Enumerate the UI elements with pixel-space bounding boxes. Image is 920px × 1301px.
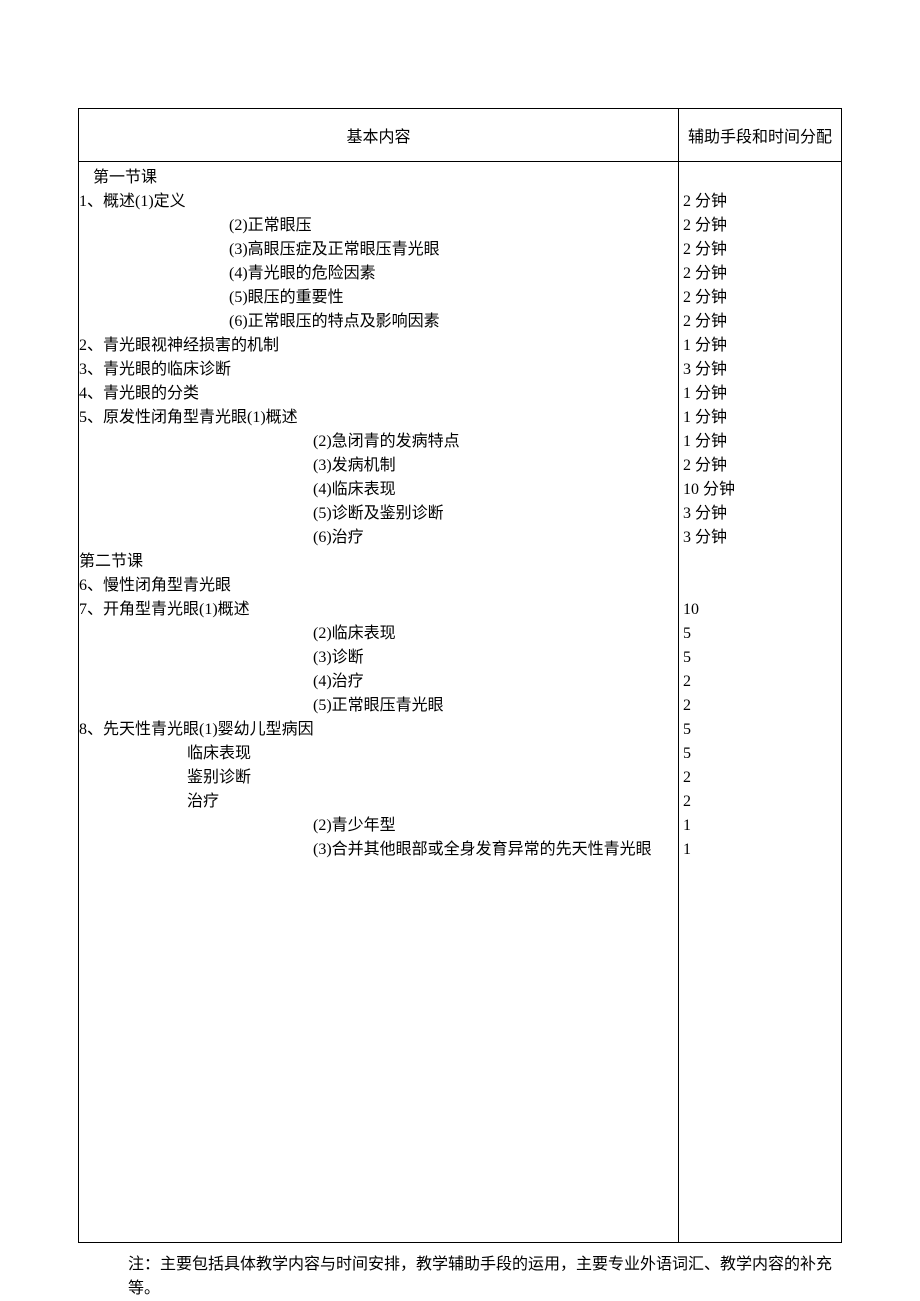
time-line: 5 bbox=[683, 742, 839, 766]
time-line: 2 分钟 bbox=[683, 310, 839, 334]
content-line: (6)正常眼压的特点及影响因素 bbox=[79, 310, 678, 334]
table-body-row: 第一节课1、概述(1)定义(2)正常眼压(3)高眼压症及正常眼压青光眼(4)青光… bbox=[79, 162, 842, 1243]
time-line: 1 分钟 bbox=[683, 382, 839, 406]
content-line: (2)急闭青的发病特点 bbox=[79, 430, 678, 454]
content-line: (4)临床表现 bbox=[79, 478, 678, 502]
content-line: (2)临床表现 bbox=[79, 622, 678, 646]
footer-note: 注：主要包括具体教学内容与时间安排，教学辅助手段的运用，主要专业外语词汇、教学内… bbox=[78, 1253, 842, 1301]
content-line: 1、概述(1)定义 bbox=[79, 190, 678, 214]
time-line: 5 bbox=[683, 718, 839, 742]
time-line: 2 分钟 bbox=[683, 238, 839, 262]
time-line: 1 bbox=[683, 838, 839, 862]
content-line: (5)诊断及鉴别诊断 bbox=[79, 502, 678, 526]
content-line: (3)高眼压症及正常眼压青光眼 bbox=[79, 238, 678, 262]
content-line: 4、青光眼的分类 bbox=[79, 382, 678, 406]
time-line: 2 分钟 bbox=[683, 286, 839, 310]
time-line: 10 bbox=[683, 598, 839, 622]
content-line: (4)治疗 bbox=[79, 670, 678, 694]
time-cell: 2 分钟2 分钟2 分钟2 分钟2 分钟2 分钟1 分钟3 分钟1 分钟1 分钟… bbox=[679, 162, 842, 1243]
content-cell: 第一节课1、概述(1)定义(2)正常眼压(3)高眼压症及正常眼压青光眼(4)青光… bbox=[79, 162, 679, 1243]
content-line: 3、青光眼的临床诊断 bbox=[79, 358, 678, 382]
header-aux: 辅助手段和时间分配 bbox=[679, 109, 842, 162]
content-line: (3)合并其他眼部或全身发育异常的先天性青光眼 bbox=[79, 838, 678, 862]
time-line bbox=[683, 550, 839, 574]
content-line: 治疗 bbox=[79, 790, 678, 814]
time-line: 5 bbox=[683, 646, 839, 670]
time-line: 3 分钟 bbox=[683, 358, 839, 382]
time-line bbox=[683, 166, 839, 190]
time-line: 1 分钟 bbox=[683, 430, 839, 454]
time-line: 2 bbox=[683, 670, 839, 694]
content-line: (2)青少年型 bbox=[79, 814, 678, 838]
time-line: 10 分钟 bbox=[683, 478, 839, 502]
content-line: 第二节课 bbox=[79, 550, 678, 574]
time-line: 1 分钟 bbox=[683, 406, 839, 430]
content-line: (6)治疗 bbox=[79, 526, 678, 550]
time-line bbox=[683, 574, 839, 598]
content-line: 6、慢性闭角型青光眼 bbox=[79, 574, 678, 598]
content-line: 8、先天性青光眼(1)婴幼儿型病因 bbox=[79, 718, 678, 742]
content-line: (5)眼压的重要性 bbox=[79, 286, 678, 310]
time-line: 2 分钟 bbox=[683, 454, 839, 478]
time-line: 3 分钟 bbox=[683, 526, 839, 550]
content-line: 2、青光眼视神经损害的机制 bbox=[79, 334, 678, 358]
content-line: 5、原发性闭角型青光眼(1)概述 bbox=[79, 406, 678, 430]
content-line: (3)发病机制 bbox=[79, 454, 678, 478]
content-line: 鉴别诊断 bbox=[79, 766, 678, 790]
content-line: (5)正常眼压青光眼 bbox=[79, 694, 678, 718]
time-line: 2 bbox=[683, 790, 839, 814]
content-line: 临床表现 bbox=[79, 742, 678, 766]
time-line: 5 bbox=[683, 622, 839, 646]
time-line: 2 分钟 bbox=[683, 262, 839, 286]
content-line: (3)诊断 bbox=[79, 646, 678, 670]
table-header-row: 基本内容 辅助手段和时间分配 bbox=[79, 109, 842, 162]
content-line: (4)青光眼的危险因素 bbox=[79, 262, 678, 286]
header-content: 基本内容 bbox=[79, 109, 679, 162]
content-line: 7、开角型青光眼(1)概述 bbox=[79, 598, 678, 622]
document-page: 基本内容 辅助手段和时间分配 第一节课1、概述(1)定义(2)正常眼压(3)高眼… bbox=[0, 0, 920, 1301]
time-line: 2 分钟 bbox=[683, 190, 839, 214]
time-line: 1 bbox=[683, 814, 839, 838]
content-line: (2)正常眼压 bbox=[79, 214, 678, 238]
content-line: 第一节课 bbox=[79, 166, 678, 190]
time-line: 1 分钟 bbox=[683, 334, 839, 358]
time-line: 3 分钟 bbox=[683, 502, 839, 526]
time-line: 2 bbox=[683, 694, 839, 718]
lesson-plan-table: 基本内容 辅助手段和时间分配 第一节课1、概述(1)定义(2)正常眼压(3)高眼… bbox=[78, 108, 842, 1243]
time-line: 2 分钟 bbox=[683, 214, 839, 238]
time-line: 2 bbox=[683, 766, 839, 790]
